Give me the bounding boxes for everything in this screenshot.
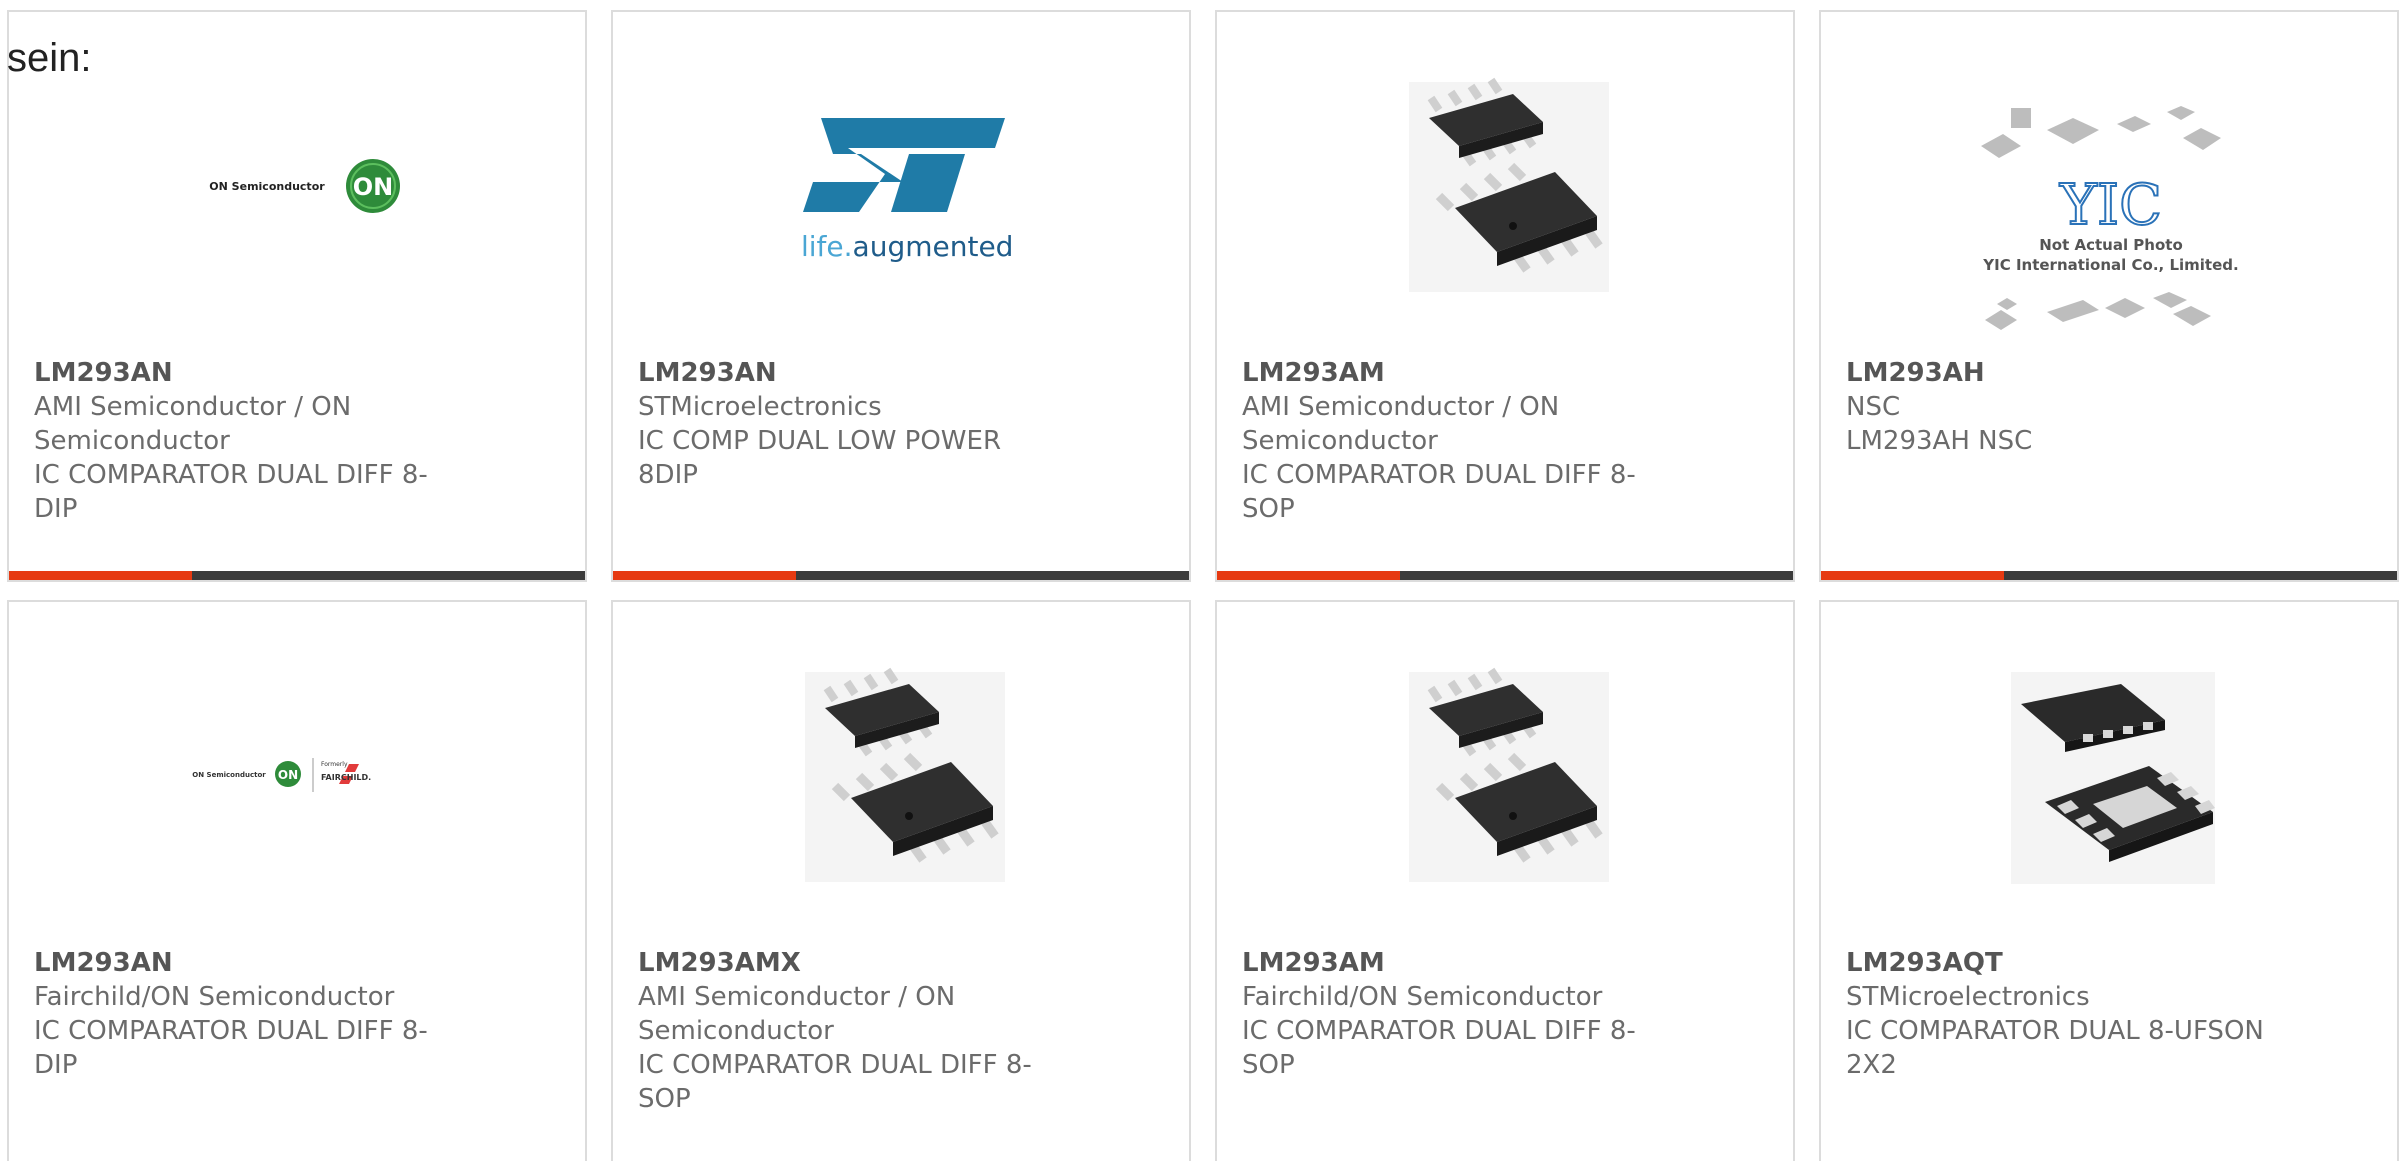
- manufacturer: STMicroelectronics: [638, 392, 882, 422]
- yic-caption-1: Not Actual Photo: [2039, 236, 2183, 254]
- on-semiconductor-logo-icon: ON Semiconductor ON: [209, 159, 400, 213]
- product-grid-page: sein: ON Semiconductor ON LM293AN AMI Se…: [0, 0, 2400, 1161]
- product-image[interactable]: YIC Not Actual Photo YIC International C…: [1821, 12, 2397, 342]
- product-card[interactable]: LM293AM AMI Semiconductor / ON Semicondu…: [1215, 10, 1795, 582]
- product-info: LM293AH NSC LM293AH NSC: [1846, 356, 2266, 458]
- formerly-text: Formerly: [321, 761, 348, 768]
- card-bottom-bar: [1821, 571, 2397, 580]
- product-card[interactable]: life.augmented LM293AN STMicroelectronic…: [611, 10, 1191, 582]
- on-fairchild-logo-icon: ON Semiconductor ON Formerly FAIRCHILD.: [192, 758, 371, 792]
- description: IC COMPARATOR DUAL DIFF 8-SOP: [1242, 460, 1636, 524]
- description: IC COMPARATOR DUAL DIFF 8-SOP: [1242, 1016, 1636, 1080]
- yic-mark: YIC: [2059, 173, 2162, 238]
- product-card[interactable]: LM293AM Fairchild/ON Semiconductor IC CO…: [1215, 600, 1795, 1161]
- card-accent: [1217, 571, 1400, 580]
- product-image[interactable]: [613, 602, 1189, 932]
- st-logo-icon: life.augmented: [801, 118, 1013, 263]
- product-card[interactable]: ON Semiconductor ON Formerly FAIRCHILD. …: [7, 600, 587, 1161]
- description: LM293AH NSC: [1846, 426, 2033, 456]
- yic-caption-2: YIC International Co., Limited.: [1982, 256, 2238, 274]
- product-image[interactable]: [1821, 602, 2397, 932]
- card-bottom-bar: [9, 571, 585, 580]
- logo-mark: ON: [353, 173, 394, 201]
- product-card[interactable]: ON Semiconductor ON LM293AN AMI Semicond…: [7, 10, 587, 582]
- card-accent: [613, 571, 796, 580]
- logo-tagline: life.augmented: [801, 230, 1013, 263]
- product-info: LM293AN STMicroelectronics IC COMP DUAL …: [638, 356, 1058, 492]
- manufacturer: NSC: [1846, 392, 1901, 422]
- yic-placeholder-icon: YIC Not Actual Photo YIC International C…: [1981, 106, 2239, 330]
- product-info: LM293AQT STMicroelectronics IC COMPARATO…: [1846, 946, 2266, 1082]
- description: IC COMPARATOR DUAL DIFF 8-SOP: [638, 1050, 1032, 1114]
- part-number-link[interactable]: LM293AMX: [638, 946, 1058, 980]
- card-bottom-bar: [1217, 571, 1793, 580]
- manufacturer: Fairchild/ON Semiconductor: [34, 982, 395, 1012]
- product-card[interactable]: LM293AMX AMI Semiconductor / ON Semicond…: [611, 600, 1191, 1161]
- logo-mark: ON: [278, 768, 298, 782]
- product-info: LM293AN Fairchild/ON Semiconductor IC CO…: [34, 946, 454, 1082]
- part-number-link[interactable]: LM293AN: [34, 356, 454, 390]
- intro-text: sein:: [7, 36, 92, 80]
- product-image[interactable]: [1217, 12, 1793, 342]
- product-image[interactable]: [1217, 602, 1793, 932]
- description: IC COMPARATOR DUAL 8-UFSON 2X2: [1846, 1016, 2264, 1080]
- logo-text: ON Semiconductor: [192, 771, 266, 779]
- part-number-link[interactable]: LM293AN: [638, 356, 1058, 390]
- product-image[interactable]: ON Semiconductor ON Formerly FAIRCHILD.: [9, 602, 585, 932]
- product-info: LM293AM AMI Semiconductor / ON Semicondu…: [1242, 356, 1662, 526]
- soic-chip-icon: [1409, 77, 1609, 292]
- logo-text: ON Semiconductor: [209, 180, 325, 193]
- card-accent: [9, 571, 192, 580]
- card-accent: [1821, 571, 2004, 580]
- ufson-chip-icon: [2011, 672, 2215, 884]
- part-number-link[interactable]: LM293AM: [1242, 356, 1662, 390]
- manufacturer: STMicroelectronics: [1846, 982, 2090, 1012]
- manufacturer: AMI Semiconductor / ON Semiconductor: [34, 392, 352, 456]
- product-image[interactable]: life.augmented: [613, 12, 1189, 342]
- description: IC COMPARATOR DUAL DIFF 8-DIP: [34, 1016, 428, 1080]
- product-info: LM293AN AMI Semiconductor / ON Semicondu…: [34, 356, 454, 526]
- product-card[interactable]: YIC Not Actual Photo YIC International C…: [1819, 10, 2399, 582]
- part-number-link[interactable]: LM293AM: [1242, 946, 1662, 980]
- part-number-link[interactable]: LM293AH: [1846, 356, 2266, 390]
- card-bottom-bar: [613, 571, 1189, 580]
- product-card[interactable]: LM293AQT STMicroelectronics IC COMPARATO…: [1819, 600, 2399, 1161]
- part-number-link[interactable]: LM293AN: [34, 946, 454, 980]
- manufacturer: Fairchild/ON Semiconductor: [1242, 982, 1603, 1012]
- soic-chip-icon: [1409, 667, 1609, 882]
- soic-chip-icon: [805, 667, 1005, 882]
- part-number-link[interactable]: LM293AQT: [1846, 946, 2266, 980]
- product-image[interactable]: ON Semiconductor ON: [9, 12, 585, 342]
- description: IC COMPARATOR DUAL DIFF 8-DIP: [34, 460, 428, 524]
- product-info: LM293AMX AMI Semiconductor / ON Semicond…: [638, 946, 1058, 1116]
- manufacturer: AMI Semiconductor / ON Semiconductor: [638, 982, 956, 1046]
- description: IC COMP DUAL LOW POWER 8DIP: [638, 426, 1002, 490]
- product-info: LM293AM Fairchild/ON Semiconductor IC CO…: [1242, 946, 1662, 1082]
- fairchild-text: FAIRCHILD.: [321, 773, 371, 782]
- manufacturer: AMI Semiconductor / ON Semiconductor: [1242, 392, 1560, 456]
